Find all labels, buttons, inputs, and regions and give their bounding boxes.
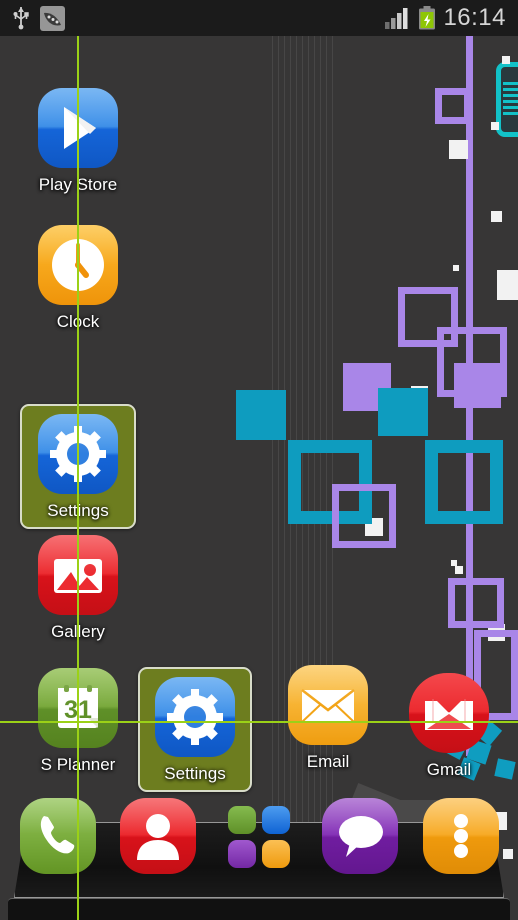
status-bar[interactable]: 16:14 bbox=[0, 0, 518, 36]
wallpaper-white-square bbox=[491, 122, 499, 130]
app-settings-bottom[interactable]: Settings bbox=[138, 667, 252, 792]
phone-screen: 16:14 Play Store S Planner Settings Emai… bbox=[0, 0, 518, 920]
wallpaper-purple-square-2 bbox=[454, 363, 501, 408]
dock-item-contacts[interactable] bbox=[120, 798, 196, 874]
selection-guide-horizontal bbox=[0, 721, 518, 723]
wallpaper-teal-square-outline-2 bbox=[425, 440, 503, 524]
settings-gear-icon bbox=[155, 677, 235, 757]
dock-item-menu[interactable] bbox=[423, 798, 499, 874]
app-label: Email bbox=[306, 752, 350, 771]
app-label: Settings bbox=[164, 764, 226, 783]
wallpaper-white-square bbox=[491, 211, 502, 222]
dock-item-apps[interactable] bbox=[222, 798, 298, 874]
wallpaper-teal-square-2 bbox=[378, 388, 428, 436]
wallpaper-white-square bbox=[453, 265, 459, 271]
usb-icon bbox=[12, 6, 30, 30]
status-bar-left-icons bbox=[12, 5, 65, 31]
app-label: Gmail bbox=[426, 760, 472, 779]
wallpaper-purple-square-outline-5 bbox=[448, 578, 504, 628]
dock-item-messaging[interactable] bbox=[322, 798, 398, 874]
app-gmail[interactable]: Gmail bbox=[397, 673, 501, 780]
email-envelope-icon bbox=[288, 665, 368, 745]
status-bar-clock: 16:14 bbox=[443, 4, 506, 31]
wallpaper-white-square bbox=[449, 140, 468, 159]
battery-charging-icon bbox=[418, 6, 436, 30]
selection-guide-vertical bbox=[77, 36, 79, 920]
wallpaper-white-square bbox=[455, 566, 463, 574]
gmail-icon bbox=[409, 673, 489, 753]
wallpaper-white-square bbox=[451, 560, 457, 566]
wallpaper-purple-square-outline-4 bbox=[332, 484, 396, 548]
dock-tray-base bbox=[8, 898, 510, 920]
wallpaper-purple-square-outline-1 bbox=[435, 88, 471, 124]
signal-bars-icon bbox=[385, 7, 411, 29]
peapod-app-icon bbox=[40, 5, 65, 31]
app-email[interactable]: Email bbox=[276, 665, 380, 772]
wallpaper-white-square bbox=[502, 56, 510, 64]
wallpaper-teal-square-1 bbox=[236, 390, 286, 440]
apps-grid-icon bbox=[228, 806, 290, 868]
wallpaper-white-square bbox=[497, 270, 518, 300]
wallpaper-teal-panel-lines bbox=[503, 82, 518, 116]
dock-item-phone[interactable] bbox=[20, 798, 96, 874]
status-bar-right-icons: 16:14 bbox=[385, 4, 506, 32]
